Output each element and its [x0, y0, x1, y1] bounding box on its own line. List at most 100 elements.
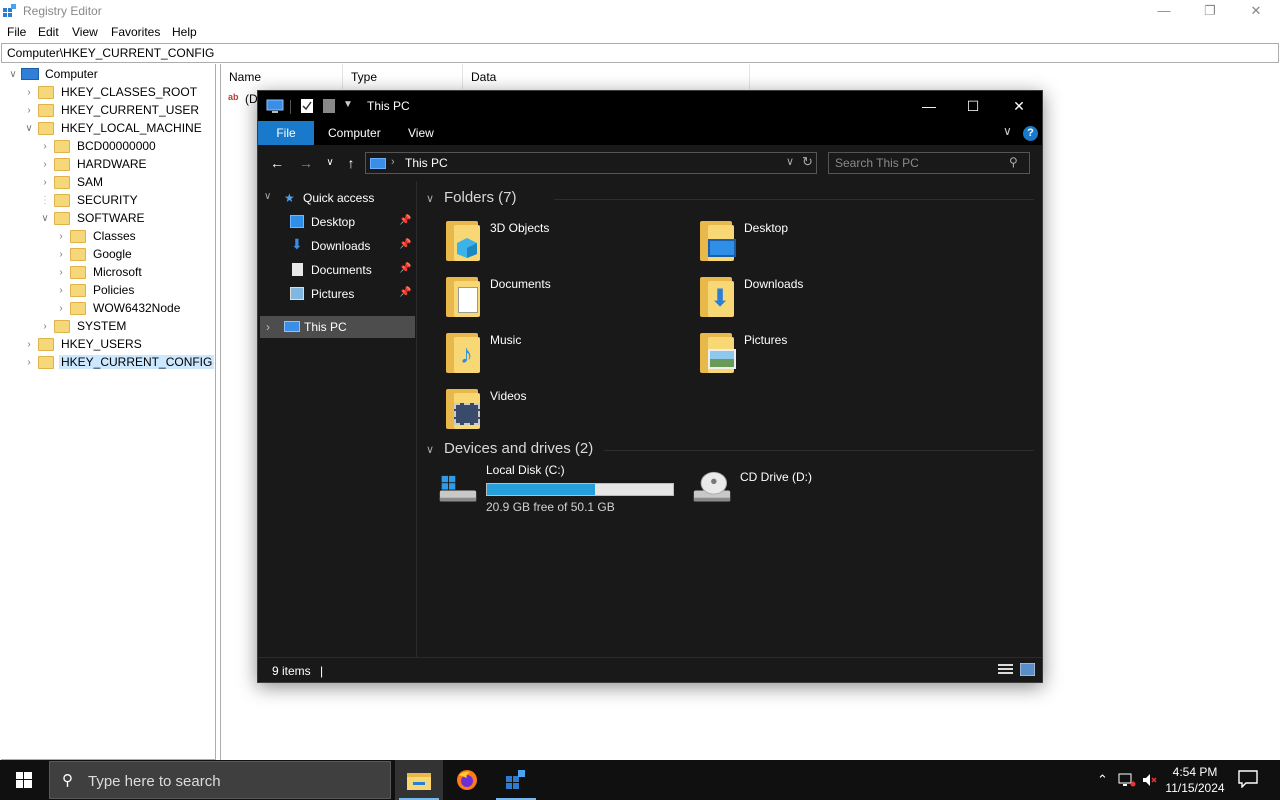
chevron-right-icon[interactable]: ›	[266, 320, 270, 334]
chevron-right-icon[interactable]: ›	[39, 321, 51, 333]
chevron-right-icon[interactable]: ›	[23, 105, 35, 117]
nav-desktop[interactable]: Desktop 📌	[258, 211, 417, 233]
folder-downloads[interactable]: ⬇ Downloads	[696, 275, 946, 325]
folder-videos[interactable]: Videos	[442, 387, 692, 437]
folder-pictures[interactable]: Pictures	[696, 331, 946, 381]
windows-start-icon[interactable]	[0, 760, 48, 800]
tab-view[interactable]: View	[394, 121, 448, 145]
pin-icon[interactable]: 📌	[399, 239, 411, 250]
folder-desktop[interactable]: Desktop	[696, 219, 946, 269]
chevron-right-icon[interactable]: ›	[55, 303, 67, 315]
nav-pictures[interactable]: Pictures 📌	[258, 283, 417, 305]
document-icon	[292, 263, 303, 276]
drive-cd-d[interactable]: CD Drive (D:)	[692, 463, 942, 513]
drive-name: Local Disk (C:)	[486, 463, 565, 477]
registry-title-bar: Registry Editor — ❐ ✕	[0, 0, 1280, 22]
drive-local-disk-c[interactable]: Local Disk (C:) 20.9 GB free of 50.1 GB	[438, 463, 698, 514]
volume-muted-icon[interactable]	[1142, 773, 1158, 787]
pin-icon[interactable]: 📌	[399, 287, 411, 298]
menu-file[interactable]: File	[7, 25, 26, 39]
explorer-close-button[interactable]: ✕	[996, 91, 1042, 121]
column-header-type[interactable]: Type	[343, 64, 463, 89]
forward-arrow-icon[interactable]: →	[298, 154, 314, 172]
menu-help[interactable]: Help	[172, 25, 197, 39]
back-arrow-icon[interactable]: ←	[269, 154, 285, 172]
pin-icon[interactable]: 📌	[399, 215, 411, 226]
file-explorer-window: ▼ This PC — ☐ ✕ File Computer View ∨ ? ←…	[257, 90, 1043, 683]
explorer-maximize-button[interactable]: ☐	[950, 91, 996, 121]
value-row-name[interactable]: (D	[245, 92, 258, 106]
explorer-search-box[interactable]: ⚲	[828, 152, 1030, 174]
new-folder-icon[interactable]	[322, 98, 336, 114]
chevron-down-icon[interactable]: ∨	[39, 213, 51, 225]
menu-edit[interactable]: Edit	[38, 25, 59, 39]
recent-locations-icon[interactable]: ∨	[322, 154, 338, 172]
desktop-icon	[290, 215, 304, 228]
up-arrow-icon[interactable]: ↑	[343, 154, 359, 172]
menu-favorites[interactable]: Favorites	[111, 25, 160, 39]
registry-restore-button[interactable]: ❐	[1187, 0, 1233, 22]
taskbar-search-box[interactable]: ⚲ Type here to search	[49, 761, 391, 799]
chevron-right-icon[interactable]: ›	[39, 141, 51, 153]
documents-folder-icon	[442, 275, 482, 319]
search-input[interactable]	[835, 155, 1005, 171]
menu-view[interactable]: View	[72, 25, 98, 39]
folder-music[interactable]: ♪ Music	[442, 331, 692, 381]
tab-computer[interactable]: Computer	[314, 121, 395, 145]
breadcrumb-separator-icon[interactable]: ›	[391, 156, 395, 168]
group-header-devices[interactable]: ∨ Devices and drives (2)	[424, 440, 1034, 460]
registry-close-button[interactable]: ✕	[1233, 0, 1279, 22]
taskbar-clock[interactable]: 4:54 PM 11/15/2024	[1160, 764, 1230, 796]
breadcrumb-this-pc[interactable]: This PC	[405, 156, 448, 170]
taskbar-file-explorer[interactable]	[395, 760, 443, 800]
ribbon-expand-icon[interactable]: ∨	[1003, 124, 1012, 138]
explorer-address-bar[interactable]: › This PC ∨ ↻	[365, 152, 817, 174]
address-dropdown-icon[interactable]: ∨	[786, 155, 794, 168]
chevron-right-icon[interactable]: ›	[23, 357, 35, 369]
nav-quick-access[interactable]: ∨ ★ Quick access	[258, 187, 417, 209]
chevron-right-icon[interactable]: ›	[23, 87, 35, 99]
tree-node-label: Google	[93, 247, 132, 261]
customize-toolbar-icon[interactable]: ▼	[343, 99, 353, 115]
chevron-right-icon[interactable]: ›	[55, 285, 67, 297]
notifications-icon[interactable]	[1238, 770, 1258, 788]
chevron-down-icon[interactable]: ∨	[7, 69, 19, 81]
chevron-right-icon[interactable]: ›	[55, 267, 67, 279]
folder-documents[interactable]: Documents	[442, 275, 692, 325]
chevron-right-icon[interactable]: ›	[39, 177, 51, 189]
registry-minimize-button[interactable]: —	[1141, 0, 1187, 22]
group-header-folders[interactable]: ∨ Folders (7)	[424, 189, 1034, 209]
show-hidden-icons-icon[interactable]: ⌃	[1097, 772, 1108, 788]
explorer-minimize-button[interactable]: —	[906, 91, 952, 121]
pin-icon[interactable]: 📌	[399, 263, 411, 274]
registry-address-bar[interactable]: Computer\HKEY_CURRENT_CONFIG	[1, 43, 1279, 63]
help-icon[interactable]: ?	[1023, 126, 1038, 141]
nav-downloads[interactable]: ⬇ Downloads 📌	[258, 235, 417, 257]
chevron-down-icon[interactable]: ∨	[426, 443, 434, 456]
chevron-right-icon[interactable]: ›	[55, 231, 67, 243]
tree-node-label: SECURITY	[77, 193, 138, 207]
large-icons-view-icon[interactable]	[1020, 663, 1035, 676]
details-view-icon[interactable]	[998, 663, 1013, 676]
refresh-icon[interactable]: ↻	[802, 154, 813, 170]
tab-file[interactable]: File	[258, 121, 314, 145]
nav-documents[interactable]: Documents 📌	[258, 259, 417, 281]
chevron-down-icon[interactable]: ∨	[264, 191, 271, 202]
drive-usage-fill	[487, 484, 596, 495]
nav-this-pc[interactable]: › This PC	[260, 316, 415, 338]
properties-icon[interactable]	[300, 98, 314, 114]
registry-title: Registry Editor	[23, 4, 102, 18]
downloads-folder-icon: ⬇	[696, 275, 736, 319]
search-icon[interactable]: ⚲	[1009, 155, 1018, 169]
folder-3d-objects[interactable]: 3D Objects	[442, 219, 692, 269]
chevron-down-icon[interactable]: ∨	[23, 123, 35, 135]
network-icon[interactable]	[1118, 773, 1136, 787]
column-header-name[interactable]: Name	[221, 64, 343, 89]
chevron-right-icon[interactable]: ›	[39, 159, 51, 171]
chevron-right-icon[interactable]: ›	[23, 339, 35, 351]
taskbar-registry-editor[interactable]	[492, 760, 540, 800]
chevron-right-icon[interactable]: ›	[55, 249, 67, 261]
column-header-data[interactable]: Data	[463, 64, 750, 89]
taskbar-firefox[interactable]	[443, 760, 491, 800]
chevron-down-icon[interactable]: ∨	[426, 192, 434, 205]
